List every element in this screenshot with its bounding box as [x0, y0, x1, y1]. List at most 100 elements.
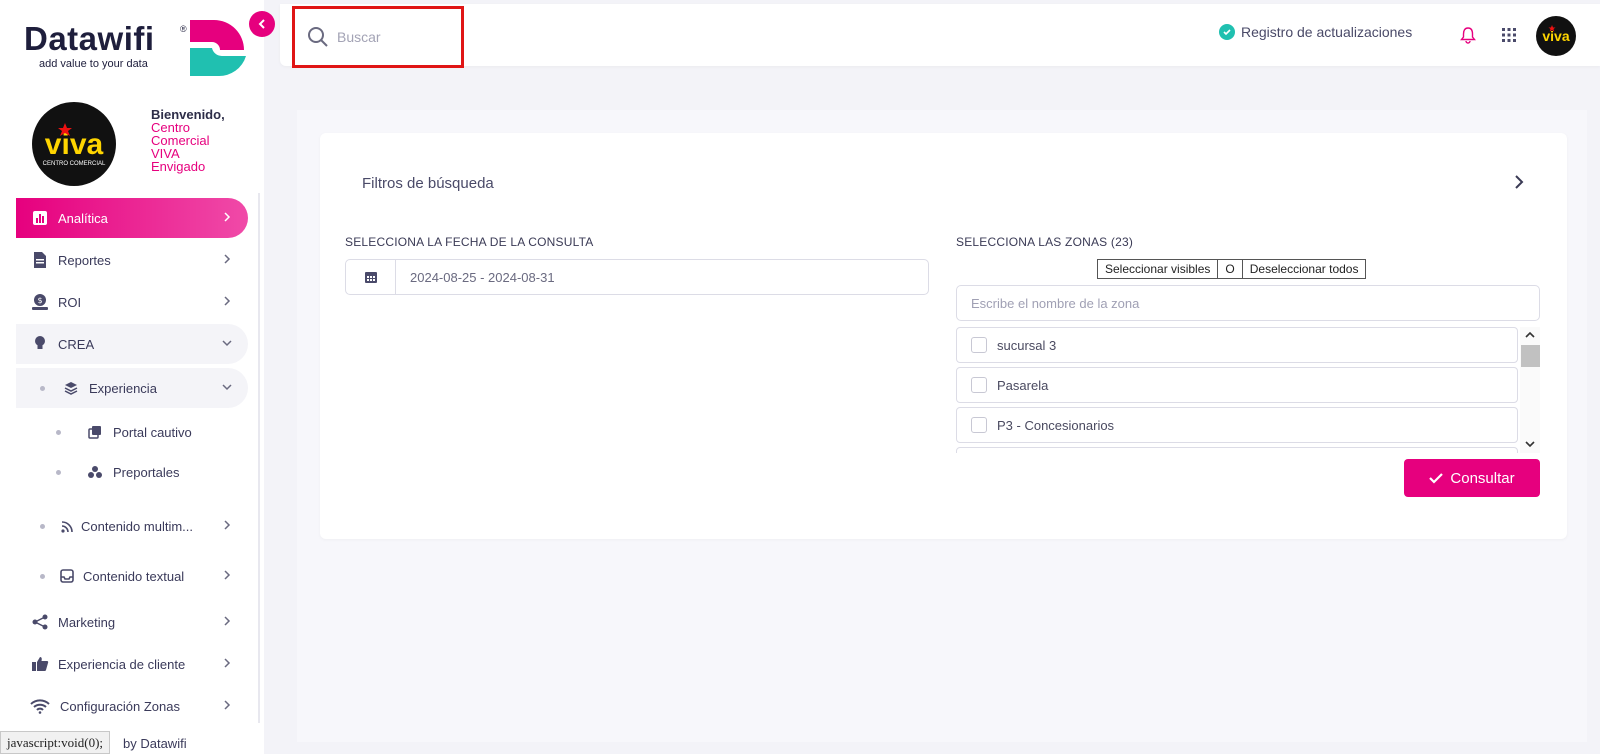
sidebar: Datawifi ® add value to your data viva C… [0, 0, 264, 754]
chevron-right-icon [224, 520, 231, 530]
sidebar-item-contenido-textual[interactable]: Contenido textual [16, 556, 248, 596]
consultar-label: Consultar [1450, 469, 1515, 487]
sidebar-item-configuracion-zonas[interactable]: Configuración Zonas [16, 686, 248, 726]
filters-title: Filtros de búsqueda [362, 175, 494, 192]
zone-list: sucursal 3 Pasarela P3 - Concesionarios [956, 327, 1540, 453]
sidebar-item-label: Configuración Zonas [60, 698, 180, 714]
sidebar-item-reportes[interactable]: Reportes [16, 240, 248, 280]
sidebar-item-label: CREA [58, 336, 95, 352]
sidebar-item-label: Contenido textual [83, 568, 185, 584]
zone-list-item[interactable]: Pasarela [956, 367, 1518, 403]
welcome-line: Envigado [151, 159, 206, 174]
datawifi-logo[interactable]: Datawifi ® add value to your data [24, 18, 246, 80]
sidebar-item-label: Preportales [113, 464, 180, 480]
wifi-icon [30, 696, 50, 716]
date-section-label: SELECCIONA LA FECHA DE LA CONSULTA [345, 235, 594, 249]
sidebar-footer: by Datawifi [123, 736, 187, 751]
browser-status-bar: javascript:void(0); [0, 731, 111, 754]
zone-list-item[interactable]: sucursal 3 [956, 327, 1518, 363]
sidebar-item-crea[interactable]: CREA [16, 324, 248, 364]
chart-icon [30, 208, 50, 228]
calendar-icon [346, 260, 396, 294]
zone-selection-buttons: Seleccionar visibles O Deseleccionar tod… [1097, 259, 1367, 279]
chevron-up-icon[interactable] [1524, 329, 1536, 341]
sidebar-item-contenido-multimedia[interactable]: Contenido multim... [16, 506, 248, 546]
scroll-thumb[interactable] [1521, 345, 1540, 367]
zone-checkbox[interactable] [971, 337, 987, 353]
sidebar-item-roi[interactable]: $ ROI [16, 282, 248, 322]
updates-label: Registro de actualizaciones [1241, 24, 1413, 40]
sidebar-item-experiencia-cliente[interactable]: Experiencia de cliente [16, 644, 248, 684]
welcome-text: Bienvenido, Centro Comercial VIVA Enviga… [151, 108, 251, 173]
bullet-dot [40, 523, 45, 529]
zone-list-item[interactable]: P3 - Concesionarios [956, 407, 1518, 443]
sidebar-item-label: ROI [58, 294, 82, 310]
chevron-down-icon [222, 384, 232, 391]
chevron-down-icon [222, 340, 232, 347]
logo-tagline: add value to your data [39, 58, 148, 70]
bullet-dot [56, 469, 61, 475]
layers-icon [61, 378, 81, 398]
cubes-icon [85, 462, 105, 482]
consultar-button[interactable]: Consultar [1404, 459, 1540, 497]
copy-icon [85, 422, 105, 442]
search-icon [308, 27, 328, 47]
zone-checkbox[interactable] [971, 377, 987, 393]
bullet-dot [40, 573, 45, 579]
chevron-down-icon[interactable] [1524, 438, 1536, 450]
logo-registered: ® [180, 24, 187, 34]
rss-icon [57, 516, 77, 536]
sidebar-item-portal-cautivo[interactable]: Portal cautivo [16, 412, 248, 452]
viva-logo-icon: viva CENTRO COMERCIAL [32, 102, 116, 186]
svg-text:CENTRO COMERCIAL: CENTRO COMERCIAL [43, 161, 106, 167]
chevron-right-icon [224, 254, 231, 264]
money-icon: $ [30, 292, 50, 312]
svg-text:viva: viva [1542, 28, 1569, 44]
zone-search-input[interactable] [956, 285, 1540, 321]
select-visible-button[interactable]: Seleccionar visibles [1097, 259, 1219, 279]
zones-section-label: SELECCIONA LAS ZONAS (23) [956, 235, 1134, 249]
chevron-right-icon [224, 296, 231, 306]
logo-wordmark: Datawifi [24, 20, 155, 57]
inbox-icon [57, 566, 77, 586]
user-avatar[interactable]: viva [1535, 15, 1577, 57]
sidebar-item-analitica[interactable]: Analítica [16, 198, 248, 238]
document-icon [30, 250, 50, 270]
bullet-dot [56, 429, 61, 435]
sidebar-item-preportales[interactable]: Preportales [16, 452, 248, 492]
bell-icon[interactable] [1460, 26, 1476, 44]
thumbs-up-icon [30, 654, 50, 674]
share-icon [30, 612, 50, 632]
updates-link[interactable]: Registro de actualizaciones [1219, 24, 1412, 40]
lightbulb-icon [30, 334, 50, 354]
zone-label: Pasarela [997, 377, 1049, 393]
chevron-right-icon[interactable] [1510, 173, 1528, 191]
sidebar-scrollbar[interactable] [258, 193, 260, 723]
sidebar-item-label: Contenido multim... [81, 518, 193, 534]
zone-list-item[interactable] [956, 447, 1518, 453]
sidebar-item-label: Portal cautivo [113, 424, 192, 440]
sidebar-item-label: Experiencia de cliente [58, 656, 186, 672]
date-range-picker[interactable]: 2024-08-25 - 2024-08-31 [345, 259, 929, 295]
search-box[interactable] [292, 6, 464, 68]
chevron-right-icon [224, 700, 231, 710]
apps-grid-icon[interactable] [1502, 28, 1516, 42]
deselect-all-button[interactable]: Deseleccionar todos [1242, 259, 1367, 279]
check-circle-icon [1219, 24, 1235, 40]
zone-list-scrollbar[interactable] [1520, 327, 1540, 453]
filters-card: Filtros de búsqueda SELECCIONA LA FECHA … [320, 133, 1567, 539]
chevron-right-icon [224, 658, 231, 668]
check-icon [1429, 473, 1444, 484]
search-input[interactable] [335, 28, 445, 46]
svg-text:$: $ [37, 296, 42, 305]
or-separator: O [1218, 259, 1243, 279]
zone-label: sucursal 3 [997, 337, 1057, 353]
datawifi-mark-icon [190, 20, 246, 77]
collapse-sidebar-button[interactable] [249, 11, 275, 37]
sidebar-item-experiencia[interactable]: Experiencia [16, 368, 248, 408]
zone-checkbox[interactable] [971, 417, 987, 433]
bullet-dot [40, 385, 45, 391]
zone-label: P3 - Concesionarios [997, 417, 1115, 433]
sidebar-item-marketing[interactable]: Marketing [16, 602, 248, 642]
svg-text:viva: viva [45, 128, 104, 161]
